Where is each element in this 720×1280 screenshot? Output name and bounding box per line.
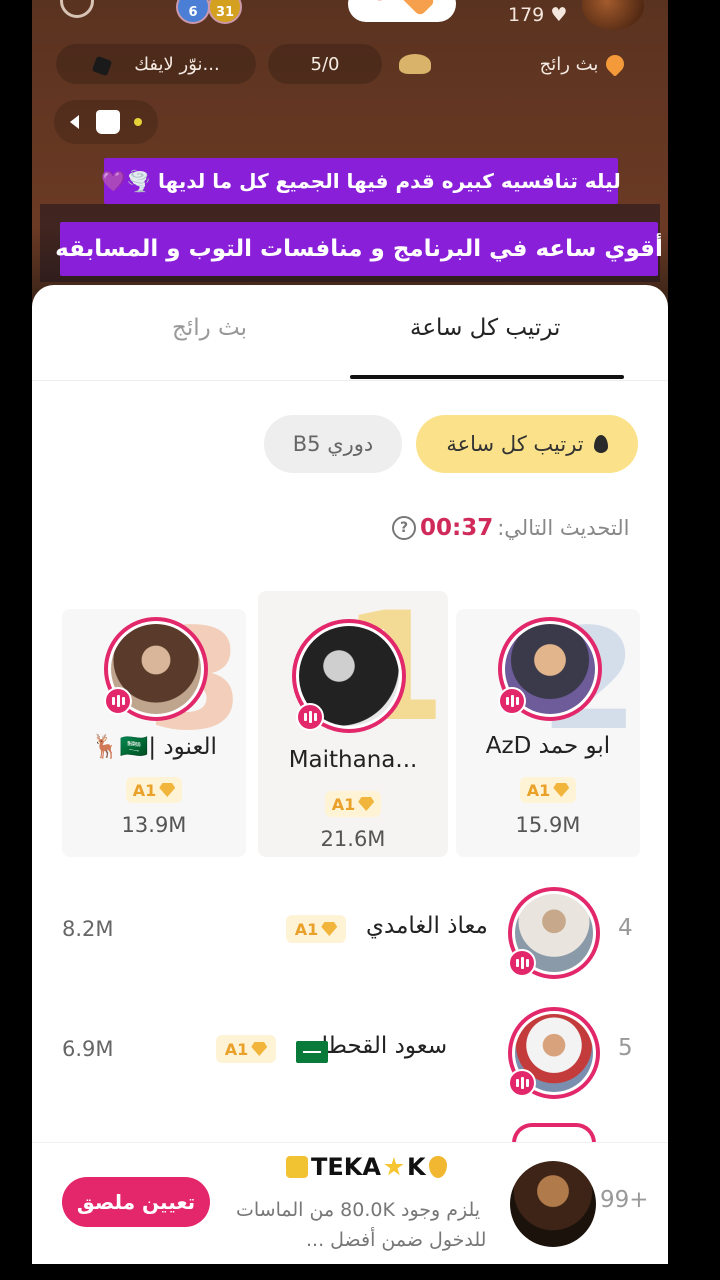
set-sticker-button[interactable]: تعيين ملصق (62, 1177, 210, 1227)
close-stream-button[interactable] (60, 0, 94, 18)
live-indicator-icon (296, 703, 324, 731)
help-icon[interactable]: ? (392, 516, 416, 540)
score-pill[interactable]: 5/0 (268, 44, 382, 84)
home-icon[interactable] (96, 110, 120, 134)
trending-label: بث رائج (539, 53, 599, 75)
avatar[interactable] (510, 1161, 596, 1247)
mini-controls[interactable] (54, 100, 158, 144)
heart-icon (602, 51, 629, 77)
level-text: A1 (294, 919, 319, 939)
stream-info-row: نوّر لايفك... 5/0 بث رائج (32, 42, 668, 86)
live-stream-screen: 6 31 29 179 ♥ نوّر لايفك... 5/0 بث رائج … (32, 0, 668, 1264)
host-label: نوّر لايفك... (134, 53, 220, 75)
my-name-suffix: K (406, 1153, 426, 1181)
level-badge: A1 (286, 915, 346, 943)
filter-hourly-label: ترتيب كل ساعة (446, 432, 584, 456)
level-badge: A1 (216, 1035, 276, 1063)
score-value: 21.6M (320, 827, 386, 851)
user-name: العنود |🇸🇦🦌 (91, 734, 217, 760)
filter-league-chip[interactable]: دوري B5 (264, 415, 402, 473)
user-name: معاذ الغامدي (366, 913, 488, 939)
hat-icon[interactable] (382, 44, 448, 84)
ranking-sheet: ترتيب كل ساعة بث رائج ترتيب كل ساعة دوري… (32, 285, 668, 1264)
active-tab-indicator (350, 375, 624, 379)
score-value: 15.9M (515, 813, 581, 837)
user-name: Maithana... (288, 747, 418, 773)
host-avatar[interactable] (582, 0, 644, 30)
level-badge: A1 (325, 791, 381, 817)
caption-banner: ليله تنافسيه كبيره قدم فيها الجميع كل ما… (101, 158, 621, 204)
live-indicator-icon (498, 687, 526, 715)
score-value: 6.9M (62, 1037, 114, 1061)
hat-shape (399, 54, 431, 74)
viewer-level: 6 (188, 5, 198, 20)
tab-trending-live[interactable]: بث رائج (172, 315, 247, 341)
like-count-value: 179 (508, 4, 545, 26)
gift-counter[interactable]: 29 (348, 0, 456, 22)
trending-pill[interactable]: بث رائج (512, 44, 652, 84)
diamond-icon (159, 783, 176, 797)
host-info-pill[interactable]: نوّر لايفك... (56, 44, 256, 84)
level-badge: A1 (126, 777, 182, 803)
score-value: 8.2M (62, 917, 114, 941)
my-rank: 99+ (600, 1187, 649, 1213)
avatar (512, 1123, 596, 1143)
score-value: 5/0 (310, 53, 340, 75)
stream-top-bar: 6 31 29 179 ♥ (32, 0, 668, 32)
my-rank-bar: 99+ TEKA K يلزم وجود 80.0K من الماسات لل… (32, 1142, 668, 1264)
caption-banner: أقوي ساعه في البرنامج و منافسات التوب و … (55, 222, 663, 276)
diamond-icon (553, 783, 570, 797)
viewer-avatar[interactable]: 6 (176, 0, 210, 24)
diamond-icon (251, 1042, 268, 1056)
star-icon (384, 1157, 404, 1176)
my-name-text: TEKA (311, 1153, 381, 1181)
level-text: A1 (224, 1039, 249, 1059)
viewer-level: 31 (215, 5, 235, 20)
like-count: 179 ♥ (508, 4, 567, 26)
entry-hint-line2: للدخول ضمن أفضل ... (306, 1229, 487, 1251)
gift-heart-icon (400, 0, 436, 17)
viewer-avatar[interactable]: 31 (208, 0, 242, 24)
live-indicator-icon (508, 949, 536, 977)
row-rank: 5 (618, 1035, 633, 1061)
my-name: TEKA K (286, 1153, 447, 1181)
score-value: 13.9M (121, 813, 187, 837)
filter-hourly-chip[interactable]: ترتيب كل ساعة (416, 415, 638, 473)
flame-icon (593, 435, 608, 453)
level-text: A1 (331, 794, 356, 814)
next-update-countdown: ? 00:37 التحديث التالي: (392, 515, 629, 541)
trophy-icon (91, 55, 113, 77)
user-name: ابو حمد AzD (485, 733, 611, 759)
diamond-icon (358, 797, 375, 811)
diamond-icon (321, 922, 338, 936)
podium-third[interactable]: 3 العنود |🇸🇦🦌 A1 13.9M (62, 609, 246, 857)
filter-league-label: دوري B5 (292, 432, 374, 456)
level-badge: A1 (520, 777, 576, 803)
live-indicator-icon (104, 687, 132, 715)
tab-hourly-ranking[interactable]: ترتيب كل ساعة (410, 315, 560, 341)
level-text: A1 (132, 780, 157, 800)
countdown-time: 00:37 (420, 515, 494, 541)
status-dot (134, 118, 142, 126)
ranking-row[interactable]: 5 سعود القحطاني A1 6.9M (32, 999, 668, 1109)
saudi-flag-icon (296, 1041, 328, 1063)
set-sticker-label: تعيين ملصق (76, 1190, 196, 1214)
caption-line-2: أقوي ساعه في البرنامج و منافسات التوب و … (55, 236, 663, 262)
heart-icon: ♥ (550, 4, 568, 26)
level-text: A1 (526, 780, 551, 800)
ranking-tabs: ترتيب كل ساعة بث رائج (32, 285, 668, 381)
back-icon[interactable] (70, 115, 79, 129)
ranking-row[interactable]: 4 معاذ الغامدي A1 8.2M (32, 879, 668, 989)
medal-icon (428, 1156, 447, 1178)
live-indicator-icon (508, 1069, 536, 1097)
countdown-label: التحديث التالي: (497, 516, 630, 540)
caption-line-1: ليله تنافسيه كبيره قدم فيها الجميع كل ما… (101, 169, 621, 193)
walker-icon (286, 1156, 308, 1178)
podium-first[interactable]: 1 Maithana... A1 21.6M (258, 591, 448, 857)
podium-second[interactable]: 2 ابو حمد AzD A1 15.9M (456, 609, 640, 857)
entry-hint-line1: يلزم وجود 80.0K من الماسات (236, 1199, 481, 1221)
row-rank: 4 (618, 915, 633, 941)
gift-count: 29 (362, 0, 387, 5)
